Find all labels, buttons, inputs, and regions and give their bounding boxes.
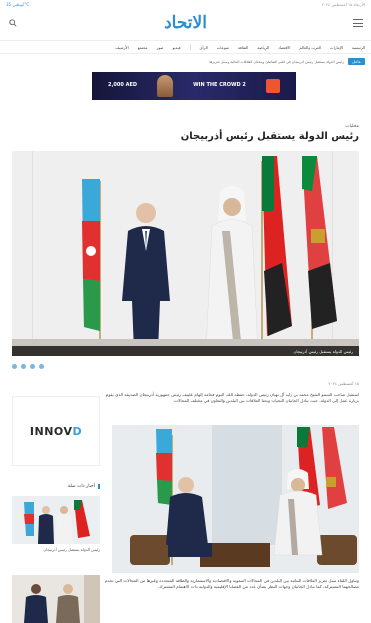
- innovo-logo-b: D: [72, 424, 83, 438]
- related-thumb-1[interactable]: [12, 496, 100, 544]
- banner-amount: 2,000 AED: [108, 82, 138, 89]
- nav-divider: [189, 44, 191, 50]
- related-thumb-2[interactable]: [12, 575, 100, 623]
- nav-item-sports[interactable]: الرياضة: [257, 45, 269, 50]
- banner-portrait: [157, 75, 174, 97]
- menu-icon[interactable]: [353, 19, 363, 27]
- nav-item-opinion[interactable]: الرأي: [200, 45, 208, 50]
- nav-item-world[interactable]: العرب والعالم: [299, 45, 321, 50]
- facebook-icon[interactable]: [12, 364, 17, 369]
- banner-ad[interactable]: 2,000 AED WIN THE CROWD 2: [92, 72, 296, 100]
- search-icon[interactable]: [8, 18, 18, 28]
- nav-item-uae[interactable]: الإمارات: [330, 45, 343, 50]
- header-left-icons: [8, 18, 18, 28]
- banner-badge: [265, 79, 280, 93]
- azerbaijan-flag: [82, 179, 101, 351]
- date-text: الأربعاء ١٥ أغسطس ٢٠٢٤: [321, 1, 365, 7]
- hero-caption: رئيس الدولة يستقبل رئيس أذربيجان: [293, 348, 353, 354]
- article-headline: رئيس الدولة يستقبل رئيس أذربيجان: [180, 131, 359, 142]
- article-section[interactable]: محليات: [345, 124, 359, 129]
- related-section-label: أخبار ذات صلة: [12, 484, 100, 489]
- banner-title: WIN THE CROWD 2: [193, 82, 246, 89]
- email-icon[interactable]: [39, 364, 44, 369]
- related-thumb-1-image: [12, 496, 100, 544]
- main-nav: الرئيسية الإمارات العرب والعالم الاقتصاد…: [0, 40, 371, 54]
- whatsapp-icon[interactable]: [30, 364, 35, 369]
- hero-caption-bar: رئيس الدولة يستقبل رئيس أذربيجان: [12, 346, 359, 356]
- innovo-logo: INNOVD: [30, 425, 82, 438]
- nav-item-misc[interactable]: منوعات: [217, 45, 229, 50]
- nav-item-home[interactable]: الرئيسية: [352, 45, 365, 50]
- nav-item-community[interactable]: مجتمع: [138, 45, 148, 50]
- nav-item-video[interactable]: فيديو: [173, 45, 181, 50]
- innovo-logo-a: INNOV: [29, 424, 73, 438]
- breaking-ticker: عاجل رئيس الدولة يستقبل رئيس أذربيجان في…: [6, 57, 365, 66]
- article-paragraph-2: وتناول اللقاء سبل تعزيز العلاقات الثنائي…: [104, 578, 359, 590]
- article-photo-2[interactable]: [112, 425, 359, 573]
- hero-image[interactable]: رئيس الدولة يستقبل رئيس أذربيجان: [12, 151, 359, 356]
- nav-item-culture[interactable]: الثقافة: [238, 45, 248, 50]
- ticker-text[interactable]: رئيس الدولة يستقبل رئيس أذربيجان في قصر …: [209, 60, 344, 64]
- related-caption-1[interactable]: رئيس الدولة يستقبل رئيس أذربيجان: [12, 547, 100, 552]
- nav-item-archive[interactable]: الأرشيف: [115, 45, 128, 50]
- nav-item-photos[interactable]: صور: [157, 45, 164, 50]
- site-logo[interactable]: الاتحاد: [164, 13, 207, 33]
- weather-text: أبوظبي 35°C: [6, 1, 30, 7]
- share-buttons: [12, 364, 44, 369]
- site-header: الاتحاد: [0, 8, 371, 38]
- hero-illustration: [12, 151, 359, 356]
- article-date: ١٥ أغسطس ٢٠٢٤: [328, 381, 359, 386]
- article-paragraph-1: استقبل صاحب السمو الشيخ محمد بن زايد آل …: [105, 392, 359, 404]
- sidebar-ad[interactable]: INNOVD: [12, 396, 100, 466]
- top-strip: أبوظبي 35°C الأربعاء ١٥ أغسطس ٢٠٢٤: [0, 0, 371, 8]
- ticker-label: عاجل: [347, 58, 365, 65]
- nav-item-economy[interactable]: الاقتصاد: [278, 45, 290, 50]
- related-thumb-2-image: [12, 575, 100, 623]
- article-photo-2-image: [112, 425, 359, 573]
- twitter-icon[interactable]: [21, 364, 26, 369]
